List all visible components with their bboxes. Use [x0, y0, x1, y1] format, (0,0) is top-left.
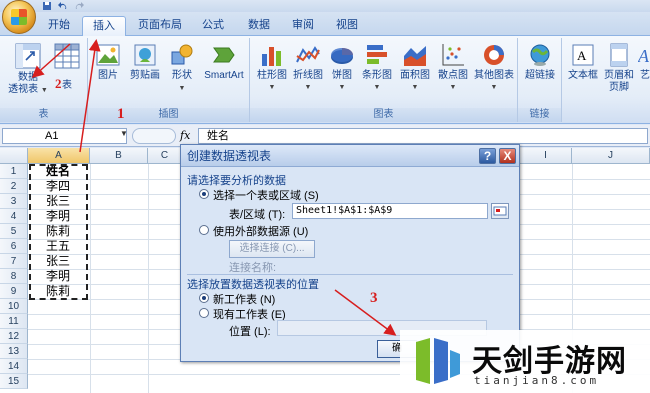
- watermark: 天剑手游网 tianjian8.com: [400, 330, 650, 393]
- office-logo-icon: [11, 9, 27, 25]
- arrow-to-pivot-table: [31, 43, 71, 78]
- arrow-to-insert-tab: [79, 39, 101, 153]
- annotation-step-2: 2: [55, 76, 62, 91]
- watermark-logo: [416, 338, 460, 384]
- annotation-step-1: 1: [117, 106, 125, 122]
- office-button[interactable]: [2, 0, 36, 34]
- arrow-to-ok: [334, 289, 397, 336]
- annotation-step-3: 3: [370, 290, 378, 306]
- watermark-url: tianjian8.com: [474, 374, 600, 387]
